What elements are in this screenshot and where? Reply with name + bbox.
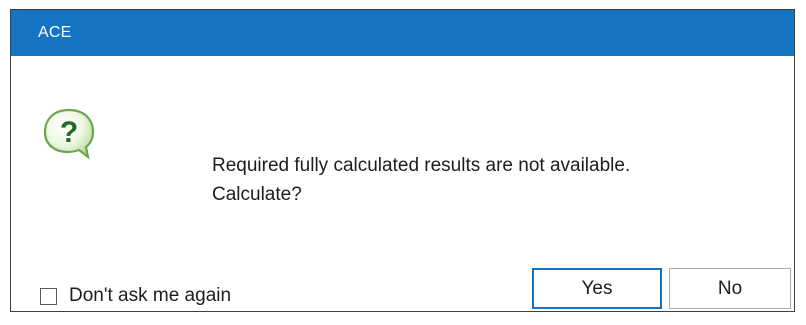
dialog-window: ACE ? Required fully calculated results … bbox=[10, 9, 795, 312]
yes-button[interactable]: Yes bbox=[532, 268, 662, 309]
message-line-2: Calculate? bbox=[212, 184, 302, 205]
dialog-message: Required fully calculated results are no… bbox=[212, 151, 630, 209]
svg-text:?: ? bbox=[60, 116, 78, 149]
message-line-1: Required fully calculated results are no… bbox=[212, 155, 631, 176]
window-title: ACE bbox=[38, 24, 72, 41]
dont-ask-again-checkbox[interactable] bbox=[40, 287, 57, 305]
title-bar: ACE bbox=[11, 10, 794, 56]
dont-ask-again-label[interactable]: Don't ask me again bbox=[69, 285, 231, 307]
dont-ask-again-row: Don't ask me again bbox=[40, 285, 231, 307]
question-icon: ? bbox=[41, 106, 97, 162]
no-button[interactable]: No bbox=[669, 268, 791, 309]
